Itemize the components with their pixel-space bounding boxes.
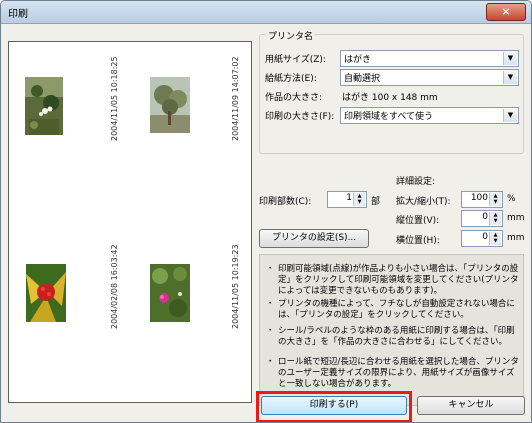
- vpos-value: 0: [482, 212, 488, 222]
- title-bar: 印刷 ×: [1, 1, 531, 24]
- notes-panel: ・ 印刷可能領域(点線)が作品よりも小さい場合は、「プリンタの設定」をクリックし…: [259, 254, 524, 406]
- arrow-down-icon[interactable]: ▼: [354, 199, 365, 205]
- window-title: 印刷: [8, 9, 28, 20]
- photo-date-3: 2004/02/08 16:03:42: [110, 244, 119, 329]
- print-size-label: 印刷の大きさ(F):: [265, 112, 335, 122]
- chevron-down-icon[interactable]: ▼: [503, 109, 517, 122]
- vpos-stepper[interactable]: 0 ▲ ▼: [461, 210, 503, 227]
- printer-section-label: プリンタ名: [266, 29, 316, 42]
- hpos-value: 0: [482, 232, 488, 242]
- scale-stepper[interactable]: 100 ▲ ▼: [461, 191, 503, 208]
- copies-spin-buttons[interactable]: ▲ ▼: [353, 193, 365, 206]
- print-size-select[interactable]: 印刷領域をすべて使う ▼: [340, 107, 519, 124]
- paper-size-label: 用紙サイズ(Z):: [265, 55, 326, 65]
- photo-red-berries-icon: [26, 264, 66, 322]
- photo-date-1: 2004/11/05 10:18:25: [110, 56, 119, 141]
- close-icon[interactable]: ×: [501, 5, 510, 18]
- print-size-value: 印刷領域をすべて使う: [344, 112, 434, 122]
- hpos-spin-buttons[interactable]: ▲ ▼: [489, 232, 501, 245]
- photo-date-2: 2004/11/09 14:07:02: [231, 56, 240, 141]
- scale-unit: %: [507, 194, 516, 204]
- copies-value: 1: [346, 193, 352, 203]
- chevron-down-icon[interactable]: ▼: [503, 52, 517, 65]
- arrow-down-icon[interactable]: ▼: [490, 199, 501, 205]
- hpos-label: 横位置(H):: [396, 236, 440, 246]
- work-size-label: 作品の大きさ:: [265, 93, 323, 103]
- copies-unit: 部: [371, 197, 381, 207]
- photo-date-4: 2004/11/05 10:19:23: [231, 244, 240, 329]
- photo-pink-flower-icon: [150, 264, 190, 322]
- arrow-down-icon[interactable]: ▼: [490, 238, 501, 244]
- scale-label: 拡大/縮小(T):: [396, 197, 451, 207]
- vpos-label: 縦位置(V):: [396, 216, 440, 226]
- paper-size-select[interactable]: はがき ▼: [340, 50, 519, 67]
- cancel-button[interactable]: キャンセル: [417, 396, 525, 415]
- scale-spin-buttons[interactable]: ▲ ▼: [489, 193, 501, 206]
- dialog-body: 2004/11/05 10:18:25 2004/11/09 14:07:02 …: [1, 24, 531, 422]
- photo-flower-cluster-icon: [25, 77, 63, 135]
- chevron-down-icon[interactable]: ▼: [503, 71, 517, 84]
- feed-select[interactable]: 自動選択 ▼: [340, 69, 519, 86]
- print-preview: 2004/11/05 10:18:25 2004/11/09 14:07:02 …: [8, 41, 252, 403]
- close-button[interactable]: ×: [486, 3, 526, 21]
- copies-stepper[interactable]: 1 ▲ ▼: [327, 191, 367, 208]
- copies-label: 印刷部数(C):: [259, 197, 312, 207]
- detail-settings-title: 詳細設定:: [396, 177, 436, 187]
- hpos-stepper[interactable]: 0 ▲ ▼: [461, 230, 503, 247]
- paper-size-value: はがき: [344, 55, 372, 65]
- arrow-down-icon[interactable]: ▼: [490, 218, 501, 224]
- work-size-value: はがき 100 x 148 mm: [342, 93, 438, 103]
- print-button[interactable]: 印刷する(P): [261, 396, 407, 415]
- printer-settings-button[interactable]: プリンタの設定(S)...: [259, 229, 369, 248]
- print-dialog: 印刷 × 2004/11/05 10:18:25 2004/11/09 14:0…: [0, 0, 532, 423]
- scale-value: 100: [470, 193, 488, 203]
- hpos-unit: mm: [507, 233, 525, 243]
- vpos-unit: mm: [507, 213, 525, 223]
- photo-tree-icon: [150, 77, 190, 133]
- feed-label: 給紙方法(E):: [265, 74, 317, 84]
- vpos-spin-buttons[interactable]: ▲ ▼: [489, 212, 501, 225]
- feed-value: 自動選択: [344, 74, 381, 84]
